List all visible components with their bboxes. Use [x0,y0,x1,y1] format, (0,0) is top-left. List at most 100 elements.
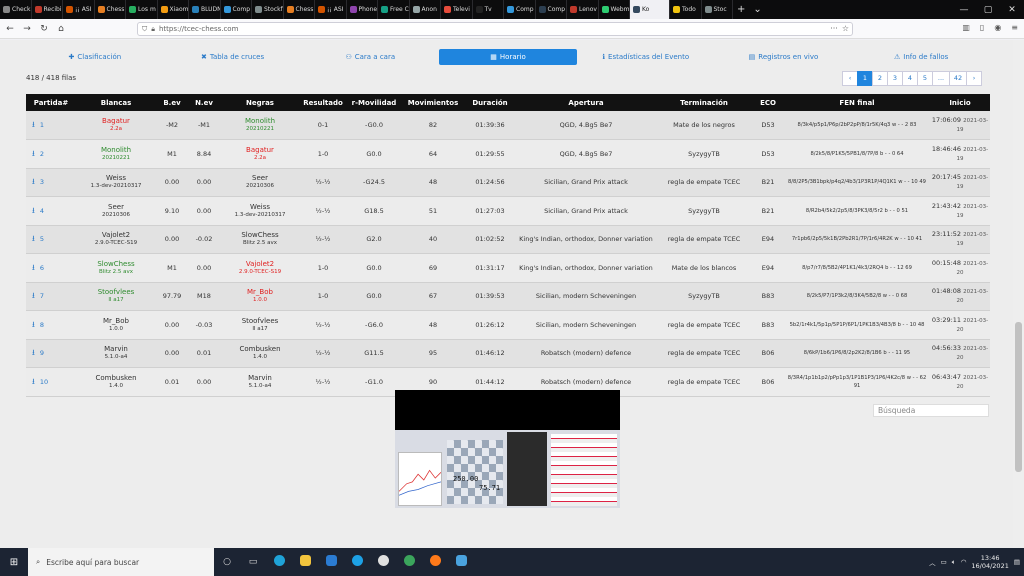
file-explorer-icon[interactable] [292,555,318,569]
skype-icon[interactable] [344,555,370,569]
column-header[interactable]: r-Movilidad [346,94,402,111]
game-id-link[interactable]: 6 [40,264,44,272]
black-player-name[interactable]: Marvin [220,374,300,382]
browser-tab[interactable]: Stoc [702,0,733,19]
tab-info-de-fallos[interactable]: ⚠ Info de fallos [852,49,990,65]
white-player-name[interactable]: SlowChess [76,260,156,268]
browser-tab[interactable]: Stockf [252,0,284,19]
game-id-link[interactable]: 8 [40,321,44,329]
url-bar[interactable]: ⛉ 🔒︎ https://tcec-chess.com ··· ☆ [137,22,853,36]
sidebar-icon[interactable]: ▯ [980,23,984,32]
tab-horario[interactable]: ▦ Horario [439,49,577,65]
scrollbar[interactable] [1013,40,1024,548]
page-button[interactable]: › [966,71,982,86]
browser-tab[interactable]: Tv [473,0,504,19]
taskbar-search[interactable]: ⌕ Escribe aquí para buscar [28,548,214,576]
account-icon[interactable]: ◉ [994,23,1001,32]
volume-icon[interactable]: 🔈︎ [952,558,956,567]
page-button[interactable]: 42 [949,71,967,86]
download-icon[interactable]: ⭳ [32,291,35,300]
tab-registros-en-vivo[interactable]: ▤ Registros en vivo [715,49,853,65]
download-icon[interactable]: ⭳ [32,320,35,329]
column-header[interactable]: Negras [220,94,300,111]
page-button[interactable]: 5 [917,71,933,86]
maximize-icon[interactable]: ▢ [976,5,1000,15]
page-button[interactable]: 1 [857,71,873,86]
bookmark-star-icon[interactable]: ☆ [842,24,849,33]
black-player-name[interactable]: Combusken [220,345,300,353]
browser-tab[interactable]: Anon [410,0,441,19]
white-player-name[interactable]: Monolith [76,146,156,154]
column-header[interactable]: N.ev [188,94,220,111]
game-id-link[interactable]: 9 [40,349,44,357]
browser-tab[interactable]: ¡¡ ASI [315,0,347,19]
tab-list-icon[interactable]: ⌄ [749,4,765,15]
home-icon[interactable]: ⌂ [54,24,68,34]
new-tab-icon[interactable]: + [733,4,749,15]
shield-icon[interactable]: ⛉ [142,25,147,34]
browser-tab[interactable]: Todo [670,0,702,19]
white-player-name[interactable]: Bagatur [76,117,156,125]
download-icon[interactable]: ⭳ [32,120,35,129]
game-id-link[interactable]: 4 [40,207,44,215]
game-id-link[interactable]: 2 [40,150,44,158]
tab-estadísticas-del-evento[interactable]: ℹ Estadísticas del Evento [577,49,715,65]
column-header[interactable]: Movimientos [402,94,464,111]
browser-tab[interactable]: BLUDN [189,0,221,19]
column-header[interactable]: Resultado [300,94,346,111]
task-view-icon[interactable]: ▭ [240,557,266,567]
browser-tab[interactable]: Recibi [32,0,63,19]
browser-tab[interactable]: Los m [126,0,158,19]
browser-tab[interactable]: Xiaom [158,0,189,19]
more-icon[interactable]: ··· [830,24,838,33]
black-player-name[interactable]: Stoofvlees [220,317,300,325]
lock-icon[interactable]: 🔒︎ [151,25,155,34]
column-header[interactable]: Terminación [656,94,752,111]
browser-tab[interactable]: ¡¡ ASI [63,0,95,19]
reload-icon[interactable]: ↻ [37,24,51,34]
column-header[interactable]: FEN final [784,94,930,111]
cortana-icon[interactable]: ○ [214,557,240,567]
black-player-name[interactable]: Bagatur [220,146,300,154]
browser-tab[interactable]: Chess [284,0,315,19]
game-id-link[interactable]: 7 [40,292,44,300]
download-icon[interactable]: ⭳ [32,263,35,272]
download-icon[interactable]: ⭳ [32,149,35,158]
white-player-name[interactable]: Combusken [76,374,156,382]
black-player-name[interactable]: Mr_Bob [220,288,300,296]
white-player-name[interactable]: Vajolet2 [76,231,156,239]
page-button[interactable]: ... [932,71,950,86]
column-header[interactable]: Inicio [930,94,990,111]
tab-tabla-de-cruces[interactable]: ✖ Tabla de cruces [164,49,302,65]
browser-tab[interactable]: Chess [95,0,126,19]
black-player-name[interactable]: Monolith [220,117,300,125]
browser-tab[interactable]: Comp [221,0,252,19]
white-player-name[interactable]: Weiss [76,174,156,182]
menu-icon[interactable]: ≡ [1011,23,1018,32]
app-icon[interactable] [448,555,474,569]
black-player-name[interactable]: Seer [220,174,300,182]
game-id-link[interactable]: 10 [40,378,48,386]
download-icon[interactable]: ⭳ [32,177,35,186]
minimize-icon[interactable]: — [952,5,976,15]
browser-tab[interactable]: Comp [504,0,536,19]
game-id-link[interactable]: 1 [40,121,44,129]
windows-start-icon[interactable]: ⊞ [0,557,28,568]
column-header[interactable]: Partida# [26,94,76,111]
black-player-name[interactable]: Vajolet2 [220,260,300,268]
wifi-icon[interactable]: ◠ [961,558,967,566]
white-player-name[interactable]: Seer [76,203,156,211]
back-icon[interactable]: ← [3,24,17,34]
close-window-icon[interactable]: ✕ [1000,5,1024,15]
browser-tab[interactable]: Comp [536,0,567,19]
tab-clasificación[interactable]: ✚ Clasificación [26,49,164,65]
page-button[interactable]: 3 [887,71,903,86]
column-header[interactable]: Apertura [516,94,656,111]
black-player-name[interactable]: SlowChess [220,231,300,239]
download-icon[interactable]: ⭳ [32,377,35,386]
column-header[interactable]: Blancas [76,94,156,111]
mail-icon[interactable] [318,555,344,569]
download-icon[interactable]: ⭳ [32,348,35,357]
browser-tab[interactable]: Webm [599,0,630,19]
page-button[interactable]: 4 [902,71,918,86]
